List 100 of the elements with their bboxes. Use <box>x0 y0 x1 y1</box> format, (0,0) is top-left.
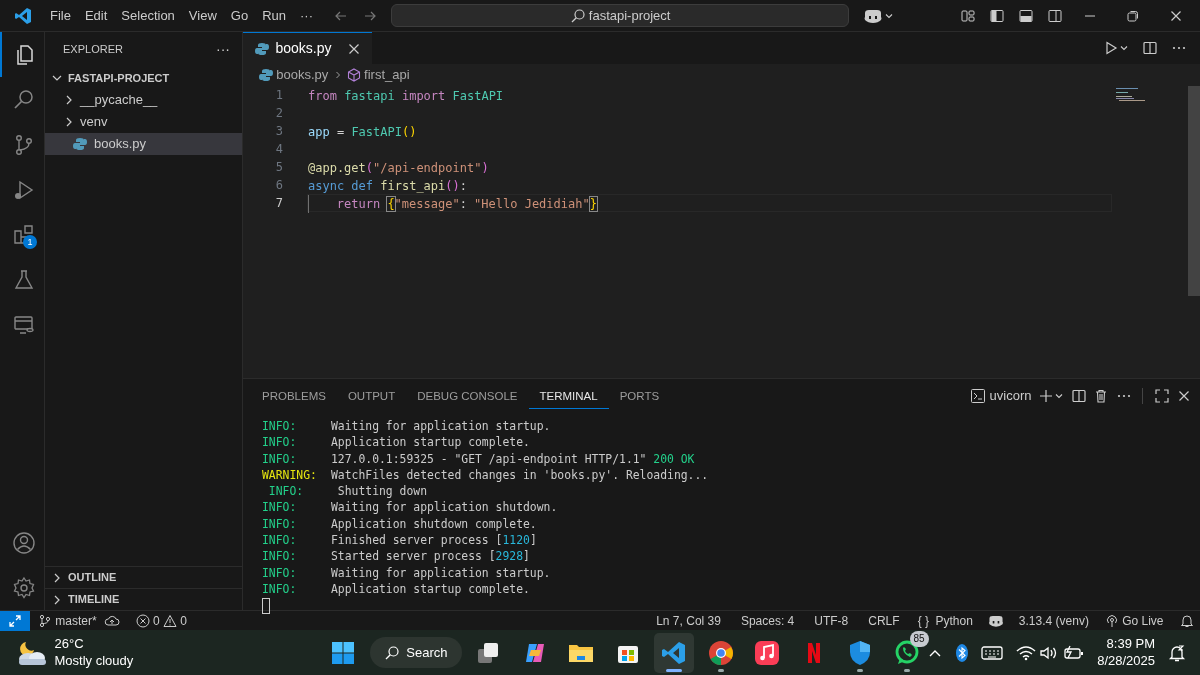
code-line: from fastapi import FastAPI <box>308 89 504 103</box>
terminal-selector[interactable]: uvicorn <box>970 386 1032 406</box>
log-message: Finished server process [1120] <box>331 533 537 548</box>
taskbar-search[interactable]: Search <box>369 637 462 668</box>
notification-bell-icon[interactable] <box>1168 643 1186 662</box>
branch-indicator[interactable]: master* <box>30 611 128 630</box>
log-level: INFO: <box>262 565 297 580</box>
panel-tab[interactable]: PORTS <box>608 383 671 409</box>
remote-button[interactable] <box>0 610 30 631</box>
volume-icon[interactable] <box>1038 644 1059 661</box>
toggle-secondary-sidebar-icon[interactable] <box>1046 7 1063 24</box>
breadcrumb-item[interactable]: first_api <box>364 65 410 85</box>
clock[interactable]: 8:39 PM 8/28/2025 <box>1097 635 1155 670</box>
letter-n-icon <box>805 640 822 665</box>
log-message: WatchFiles detected changes in 'books.py'. Reloading... <box>331 467 709 482</box>
more-menu[interactable]: ··· <box>293 5 320 26</box>
menu-item[interactable]: Selection <box>114 5 182 26</box>
log-message: 127.0.0.1:59325 - "GET /api-endpoint HTTP/1.1" 200 OK <box>331 451 695 466</box>
notifications-icon[interactable] <box>1179 613 1194 628</box>
error-icon <box>135 613 150 628</box>
split-terminal-icon[interactable] <box>1070 388 1087 404</box>
panel-tab[interactable]: DEBUG CONSOLE <box>406 383 529 409</box>
taskbar-app[interactable]: 85 <box>886 632 927 673</box>
log-level: INFO: <box>262 549 297 564</box>
menu-item[interactable]: Edit <box>77 5 115 26</box>
status-item[interactable]: Ln 7, Col 39 <box>646 611 731 630</box>
more-menu[interactable]: ··· <box>216 39 230 60</box>
log-level: INFO: <box>262 451 297 466</box>
editor-tab[interactable]: books.py <box>243 32 373 64</box>
menu-item[interactable]: View <box>181 5 224 26</box>
menu-item[interactable]: File <box>43 5 78 26</box>
log-level: INFO: <box>262 419 297 433</box>
scrollbar-thumb[interactable] <box>1188 86 1200 296</box>
go-live-button[interactable]: Go Live <box>1096 611 1172 630</box>
code-line: app = FastAPI() <box>308 125 417 139</box>
minimap-drawing[interactable] <box>1116 88 1146 102</box>
caret-icon[interactable] <box>1054 391 1064 401</box>
remote-icon <box>8 613 22 628</box>
line-number: 6 <box>274 177 283 194</box>
weather-widget[interactable]: 26°C Mostly cloudy <box>14 636 306 669</box>
wifi-icon[interactable] <box>1015 644 1036 661</box>
log-level: INFO: <box>262 581 297 596</box>
task-view-icon <box>476 640 501 665</box>
panel-tab[interactable]: OUTPUT <box>336 383 407 409</box>
activity-bar-button[interactable]: 1 <box>0 212 45 257</box>
bluetooth-icon[interactable] <box>955 643 968 662</box>
panel-tab[interactable]: TERMINAL <box>528 383 609 409</box>
split-editor-icon[interactable] <box>1142 40 1158 56</box>
add-icon[interactable] <box>1038 388 1054 404</box>
broadcast-icon <box>1104 613 1119 628</box>
tree-item[interactable]: books.py <box>45 133 242 155</box>
tree-item[interactable]: __pycache__ <box>45 89 242 111</box>
run-icon[interactable] <box>1103 40 1119 56</box>
shield-icon <box>848 639 873 666</box>
caret-icon[interactable] <box>1119 43 1129 53</box>
taskbar-app[interactable] <box>654 632 695 673</box>
log-message: Waiting for application startup. <box>331 419 551 433</box>
keyboard-icon[interactable] <box>980 644 1003 661</box>
toggle-sidebar-icon[interactable] <box>988 7 1005 24</box>
branch-icon <box>38 613 52 628</box>
settings-icon <box>11 575 36 600</box>
language-indicator[interactable]: { } Python <box>909 611 981 630</box>
code-editor-icon <box>661 639 688 666</box>
sync-icon <box>103 613 120 628</box>
status-item[interactable]: UTF-8 <box>804 611 859 630</box>
search-icon <box>383 644 400 661</box>
copilot-icon[interactable] <box>862 7 884 24</box>
trash-icon[interactable] <box>1093 388 1109 404</box>
maximize-icon[interactable] <box>1153 388 1170 404</box>
battery-icon[interactable] <box>1062 644 1085 661</box>
section-header[interactable]: OUTLINE <box>45 566 242 588</box>
panel-tab[interactable]: PROBLEMS <box>251 383 337 409</box>
menu-item[interactable]: Run <box>255 5 293 26</box>
problems-indicator[interactable]: 0 0 <box>127 611 195 630</box>
log-level: INFO: <box>262 533 297 548</box>
python-file-icon <box>255 41 269 56</box>
tree-item[interactable]: FASTAPI-PROJECT <box>45 67 242 89</box>
app-logo-icon <box>13 5 33 26</box>
log-message: Started server process [2928] <box>331 549 530 564</box>
status-item[interactable]: Spaces: 4 <box>730 611 805 630</box>
browser-icon <box>707 639 734 666</box>
toggle-panel-icon[interactable] <box>1017 7 1034 24</box>
sidebar-title: EXPLORER <box>63 42 123 58</box>
menu-item[interactable]: Go <box>223 5 256 26</box>
log-message: Application shutdown complete. <box>331 516 537 531</box>
breadcrumb-item[interactable]: books.py <box>276 65 329 85</box>
status-item[interactable]: CRLF <box>858 611 910 630</box>
tree-item[interactable]: venv <box>45 111 242 133</box>
extensions-icon <box>11 222 36 247</box>
command-search-field[interactable]: fastapi-project <box>391 4 849 27</box>
log-level: INFO: <box>262 435 297 450</box>
interpreter-indicator[interactable]: 3.13.4 (venv) <box>1010 611 1097 630</box>
line-number: 1 <box>274 87 283 104</box>
customize-layout-icon[interactable] <box>959 7 976 24</box>
code-line: async def first_api(): <box>308 179 467 193</box>
warning-icon <box>163 613 178 628</box>
account-icon <box>11 530 36 555</box>
line-number: 2 <box>274 105 283 122</box>
log-level: INFO: <box>262 500 297 515</box>
python-file-icon <box>259 68 273 82</box>
